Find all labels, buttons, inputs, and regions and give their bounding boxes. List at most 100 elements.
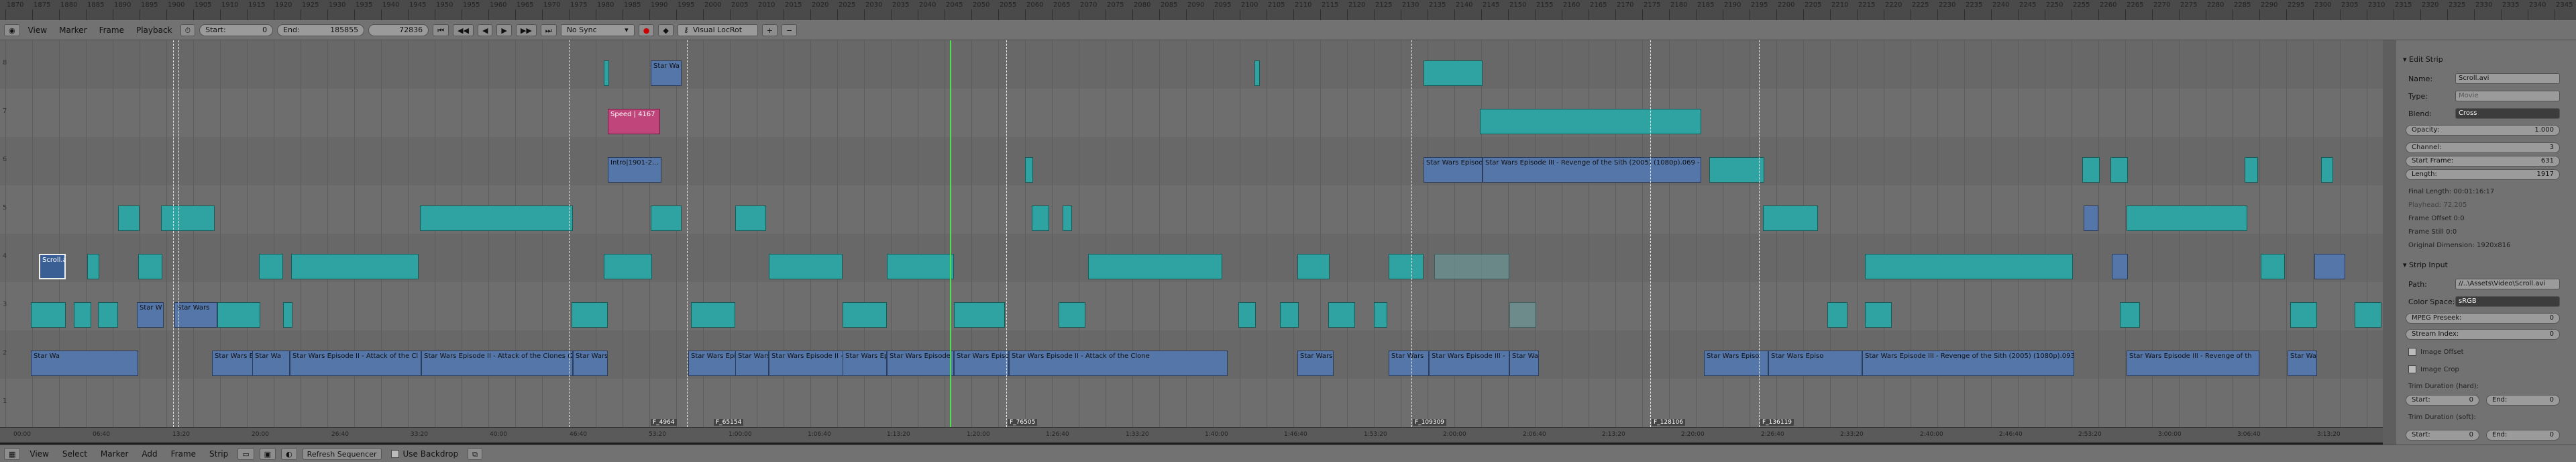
strip-movie[interactable] bbox=[1238, 302, 1256, 328]
strip-meta[interactable]: Star Wa bbox=[651, 60, 682, 86]
strip-meta[interactable]: Star Wars Episode bbox=[887, 351, 954, 376]
strip-movie[interactable] bbox=[954, 302, 1005, 328]
strip-meta[interactable]: Star Wa bbox=[31, 351, 138, 376]
strip-movie[interactable] bbox=[217, 302, 260, 328]
strip-meta[interactable]: Star Wars bbox=[1297, 351, 1334, 376]
strip-meta[interactable] bbox=[2314, 254, 2345, 279]
strip-selected[interactable]: Scroll.a bbox=[39, 254, 66, 279]
trim-hard-end[interactable]: End: 0 bbox=[2486, 395, 2560, 406]
playhead-cursor[interactable] bbox=[950, 40, 951, 427]
edit-strip-section-title[interactable]: ▾ Edit Strip bbox=[2403, 55, 2571, 64]
strip-muted[interactable] bbox=[1509, 302, 1536, 328]
strip-meta[interactable]: Star Wars Episod bbox=[1424, 157, 1483, 183]
channel-icon[interactable]: ◐ bbox=[281, 447, 297, 460]
next-key-icon[interactable]: ▶▶ bbox=[515, 24, 537, 36]
prev-key-icon[interactable]: ◀◀ bbox=[453, 24, 474, 36]
strip-meta[interactable]: Star Wars Episode III - Revenge of th bbox=[2127, 351, 2259, 376]
strip-meta[interactable]: Star Wars Episode II - Attack of the Cl bbox=[290, 351, 421, 376]
strip-movie[interactable] bbox=[1389, 254, 1424, 279]
strip-movie[interactable] bbox=[1032, 205, 1049, 231]
strip-meta[interactable]: Star Wa bbox=[2288, 351, 2317, 376]
strip-movie[interactable] bbox=[604, 254, 652, 279]
strip-muted[interactable] bbox=[1434, 254, 1509, 279]
image-crop-checkbox[interactable]: Image Crop bbox=[2408, 365, 2459, 373]
record-icon[interactable]: ● bbox=[638, 24, 655, 36]
menu-marker[interactable]: Marker bbox=[97, 449, 132, 459]
menu-view[interactable]: View bbox=[24, 26, 51, 35]
strip-movie[interactable] bbox=[843, 302, 887, 328]
strip-movie[interactable] bbox=[1297, 254, 1330, 279]
strip-movie[interactable] bbox=[31, 302, 66, 328]
strip-movie[interactable] bbox=[259, 254, 283, 279]
strip-movie[interactable] bbox=[283, 302, 292, 328]
jump-end-icon[interactable]: ⏭ bbox=[540, 24, 557, 36]
channel-field[interactable]: Channel: 3 bbox=[2406, 142, 2560, 153]
marker-label[interactable]: F_136119 bbox=[1760, 419, 1794, 426]
strip-movie[interactable] bbox=[1865, 254, 2073, 279]
strip-meta[interactable]: Star War bbox=[1509, 351, 1539, 376]
strip-speed[interactable]: Speed | 4167 bbox=[608, 109, 660, 134]
strip-movie[interactable] bbox=[1709, 157, 1764, 183]
strip-movie[interactable] bbox=[2290, 302, 2317, 328]
start-frame-field[interactable]: Start: 0 bbox=[199, 24, 274, 36]
marker-label[interactable]: F_65154 bbox=[714, 419, 744, 426]
strip-movie[interactable] bbox=[572, 302, 608, 328]
overlay-icon[interactable]: ⧉ bbox=[468, 447, 482, 460]
opacity-slider[interactable]: Opacity: 1.000 bbox=[2406, 125, 2560, 136]
strip-movie[interactable] bbox=[1865, 302, 1892, 328]
menu-playback[interactable]: Playback bbox=[132, 26, 176, 35]
strip-meta[interactable]: Star W bbox=[137, 302, 164, 328]
strip-movie[interactable] bbox=[604, 60, 609, 86]
top-frame-ruler[interactable]: 1870 1875 1880 1885 1890 1895 1900 1905 1910 1915… bbox=[0, 0, 2576, 21]
strip-meta[interactable]: Star Wa bbox=[252, 351, 290, 376]
colorspace-dropdown[interactable]: sRGB bbox=[2455, 296, 2560, 307]
editor-type-button[interactable]: ◉ bbox=[4, 24, 20, 36]
strip-movie[interactable] bbox=[2110, 157, 2128, 183]
trim-soft-start[interactable]: Start: 0 bbox=[2406, 430, 2479, 441]
insert-keyframe-icon[interactable]: + bbox=[761, 24, 777, 36]
strip-movie[interactable] bbox=[691, 302, 735, 328]
menu-frame[interactable]: Frame bbox=[167, 449, 200, 459]
strip-meta[interactable] bbox=[2112, 254, 2128, 279]
strip-movie[interactable] bbox=[1827, 302, 1847, 328]
panel-tabs[interactable] bbox=[2383, 40, 2396, 445]
preview-icon[interactable]: ▣ bbox=[259, 447, 276, 460]
strip-movie[interactable] bbox=[2261, 254, 2285, 279]
strip-meta[interactable]: Star Wars bbox=[573, 351, 608, 376]
marker-label[interactable]: F_4964 bbox=[651, 419, 677, 426]
strip-movie[interactable] bbox=[161, 205, 215, 231]
strip-movie[interactable] bbox=[98, 302, 118, 328]
name-field[interactable]: Scroll.avi bbox=[2455, 73, 2560, 84]
strip-meta[interactable]: Star Wars bbox=[174, 302, 217, 328]
menu-view[interactable]: View bbox=[25, 449, 52, 459]
delete-keyframe-icon[interactable]: − bbox=[782, 24, 798, 36]
stream-index-field[interactable]: Stream Index: 0 bbox=[2406, 329, 2560, 340]
strip-input-section-title[interactable]: ▾ Strip Input bbox=[2403, 261, 2571, 269]
strip-movie[interactable] bbox=[2355, 302, 2381, 328]
menu-strip[interactable]: Strip bbox=[205, 449, 232, 459]
strip-movie[interactable] bbox=[1088, 254, 1222, 279]
strip-meta[interactable]: Intro|1901-2... bbox=[608, 157, 661, 183]
path-field[interactable]: //..\Assets\Video\Scroll.avi bbox=[2455, 279, 2560, 289]
length-field[interactable]: Length: 1917 bbox=[2406, 169, 2560, 180]
menu-add[interactable]: Add bbox=[138, 449, 161, 459]
strip-movie[interactable] bbox=[769, 254, 843, 279]
strip-movie[interactable] bbox=[2082, 157, 2100, 183]
keying-set-dropdown[interactable]: ⚷ Visual LocRot bbox=[677, 24, 758, 36]
strip-meta[interactable]: Star Wars Episode III - Revenge of the S… bbox=[1862, 351, 2074, 376]
marker-label[interactable]: F_76505 bbox=[1008, 419, 1038, 426]
strip-meta[interactable]: Star Wars Episo bbox=[1768, 351, 1862, 376]
start-frame-field[interactable]: Start Frame: 631 bbox=[2406, 156, 2560, 167]
strip-movie[interactable] bbox=[87, 254, 99, 279]
strip-movie[interactable] bbox=[1480, 109, 1701, 134]
play-reverse-icon[interactable]: ◀ bbox=[477, 24, 493, 36]
strip-movie[interactable] bbox=[1328, 302, 1355, 328]
strip-movie[interactable] bbox=[291, 254, 419, 279]
strip-movie[interactable] bbox=[651, 205, 682, 231]
play-icon[interactable]: ▶ bbox=[496, 24, 512, 36]
marker-label[interactable]: F_128106 bbox=[1652, 419, 1686, 426]
menu-frame[interactable]: Frame bbox=[95, 26, 128, 35]
preview-range-icon[interactable]: ⏱ bbox=[180, 24, 196, 36]
menu-select[interactable]: Select bbox=[58, 449, 91, 459]
strip-meta[interactable]: Star Wars Episo bbox=[954, 351, 1009, 376]
